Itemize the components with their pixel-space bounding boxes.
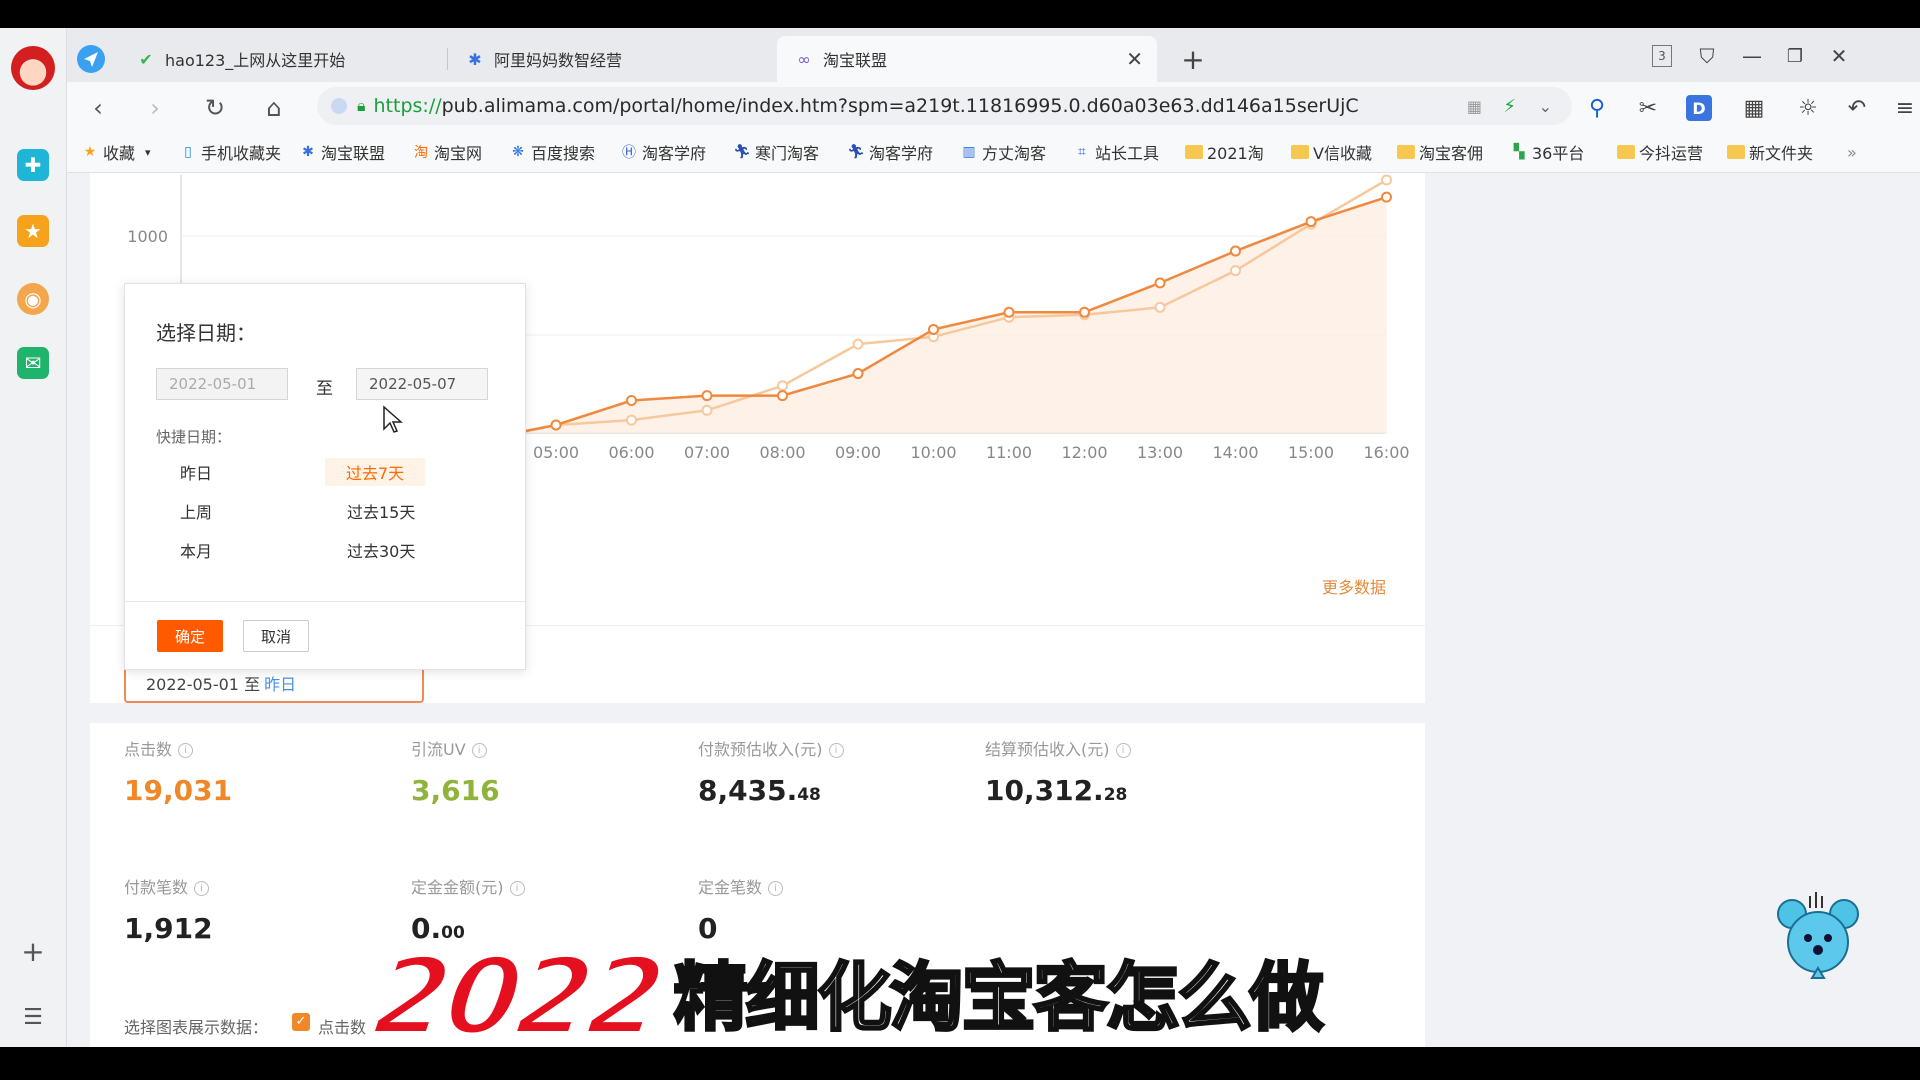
caption-title: 精细化淘宝客怎么做: [672, 955, 1325, 1041]
data-point: [1154, 301, 1166, 313]
metric-label: 引流UV: [411, 740, 466, 759]
checkbox-label: 点击数: [318, 1018, 367, 1037]
data-point: [1230, 245, 1241, 257]
x-tick-label: 14:00: [1212, 443, 1258, 462]
data-point: [626, 414, 637, 426]
quick-past-7-days[interactable]: 过去7天: [325, 458, 425, 486]
x-tick-label: 09:00: [835, 443, 881, 462]
data-point: [852, 368, 864, 380]
caption-year: 2022: [363, 932, 671, 1063]
data-point: [1230, 265, 1241, 277]
metric-number: 0: [698, 912, 718, 945]
info-icon[interactable]: i: [828, 743, 844, 758]
quick-past-30-days[interactable]: 过去30天: [347, 536, 447, 564]
cancel-button[interactable]: 取消: [243, 620, 309, 652]
metric-value: 10,312.28: [985, 774, 1131, 807]
info-icon[interactable]: i: [471, 743, 487, 758]
metric-value: 8,435.48: [698, 774, 844, 807]
x-tick-label: 10:00: [910, 443, 956, 462]
data-point: [701, 404, 713, 416]
metric-value: 3,616: [411, 774, 500, 807]
data-point: [1381, 191, 1392, 203]
metric-paid-orders: 付款笔数 i 1,912: [124, 874, 213, 945]
checkbox-clicks[interactable]: ✓: [292, 1013, 310, 1031]
x-tick-label: 11:00: [986, 443, 1032, 462]
data-point: [1003, 306, 1015, 318]
metric-label: 定金笔数: [698, 878, 763, 897]
info-icon[interactable]: i: [178, 743, 194, 758]
start-date-input[interactable]: 2022-05-01: [156, 368, 288, 400]
metric-clicks: 点击数 i 19,031: [124, 736, 232, 807]
quick-past-15-days[interactable]: 过去15天: [347, 497, 447, 525]
info-icon[interactable]: i: [194, 881, 210, 896]
metric-uv: 引流UV i 3,616: [411, 736, 500, 807]
quick-date-label: 快捷日期：: [156, 428, 232, 446]
data-point: [701, 390, 713, 402]
metric-label: 结算预估收入(元): [985, 740, 1110, 759]
info-icon[interactable]: i: [768, 881, 784, 896]
data-point: [1154, 277, 1166, 289]
screen: ✚ ★ ◉ ✉ + ☰ ✔ hao123_上网从这里开始 ✱ 阿里妈妈数智经营 …: [0, 0, 1920, 1080]
data-point: [852, 338, 864, 350]
x-tick-label: 13:00: [1137, 443, 1183, 462]
data-point: [1305, 216, 1317, 228]
data-point: [928, 323, 939, 335]
data-point: [777, 390, 788, 402]
info-icon[interactable]: i: [509, 881, 525, 896]
metric-label: 点击数: [124, 740, 173, 759]
date-range-field[interactable]: 2022-05-01 至 昨日: [124, 665, 424, 703]
quick-yesterday[interactable]: 昨日: [180, 458, 280, 486]
metric-label: 付款笔数: [124, 878, 189, 897]
metric-number: 8,435.: [698, 774, 798, 807]
y-tick-label: 1000: [127, 227, 168, 246]
divider: [125, 601, 525, 602]
confirm-button[interactable]: 确定: [157, 620, 223, 652]
metric-settled-income: 结算预估收入(元) i 10,312.28: [985, 736, 1131, 807]
x-tick-label: 15:00: [1288, 443, 1334, 462]
bottom-letterbox: [0, 1047, 1920, 1080]
metric-label: 付款预估收入(元): [698, 740, 823, 759]
data-point: [1381, 174, 1392, 186]
info-icon[interactable]: i: [1115, 743, 1131, 758]
x-tick-label: 16:00: [1363, 443, 1409, 462]
metric-number: 3,616: [411, 774, 500, 807]
x-tick-label: 12:00: [1061, 443, 1107, 462]
quick-last-week[interactable]: 上周: [180, 497, 280, 525]
metric-decimal: 48: [797, 785, 821, 805]
metric-label: 定金金额(元): [411, 878, 504, 897]
x-tick-label: 07:00: [684, 443, 730, 462]
metric-value: 19,031: [124, 774, 232, 807]
x-tick-label: 08:00: [759, 443, 805, 462]
metric-deposit-orders: 定金笔数 i 0: [698, 874, 784, 945]
metric-paid-income: 付款预估收入(元) i 8,435.48: [698, 736, 844, 807]
data-point: [777, 380, 788, 392]
metric-value: 0: [698, 912, 783, 945]
x-tick-label: 05:00: [533, 443, 579, 462]
x-tick-label: 06:00: [608, 443, 654, 462]
data-point: [626, 395, 637, 406]
quick-this-month[interactable]: 本月: [180, 536, 280, 564]
date-separator: 至: [316, 379, 333, 399]
series-area: [526, 197, 1387, 433]
chart-select-label: 选择图表展示数据：: [124, 1018, 269, 1037]
mouse-cursor-icon: [383, 405, 403, 433]
date-range-text: 2022-05-01 至: [146, 675, 261, 694]
metric-number: 1,912: [124, 912, 213, 945]
mouse-mascot-icon: [1777, 892, 1859, 979]
metric-number: 19,031: [124, 774, 233, 807]
more-data-link[interactable]: 更多数据: [1322, 574, 1386, 598]
date-picker-title: 选择日期：: [156, 321, 256, 345]
data-point: [1079, 306, 1090, 318]
date-range-suffix: 昨日: [264, 675, 297, 694]
metric-number: 10,312.: [985, 774, 1104, 807]
date-picker-popup: 选择日期： 2022-05-01 至 2022-05-07 快捷日期： 昨日 过…: [124, 283, 526, 670]
data-point: [550, 419, 562, 431]
video-caption: 2022 精细化淘宝客怎么做: [363, 932, 1325, 1063]
metric-decimal: 28: [1103, 785, 1128, 805]
end-date-input[interactable]: 2022-05-07: [356, 368, 488, 400]
metric-value: 1,912: [124, 912, 213, 945]
